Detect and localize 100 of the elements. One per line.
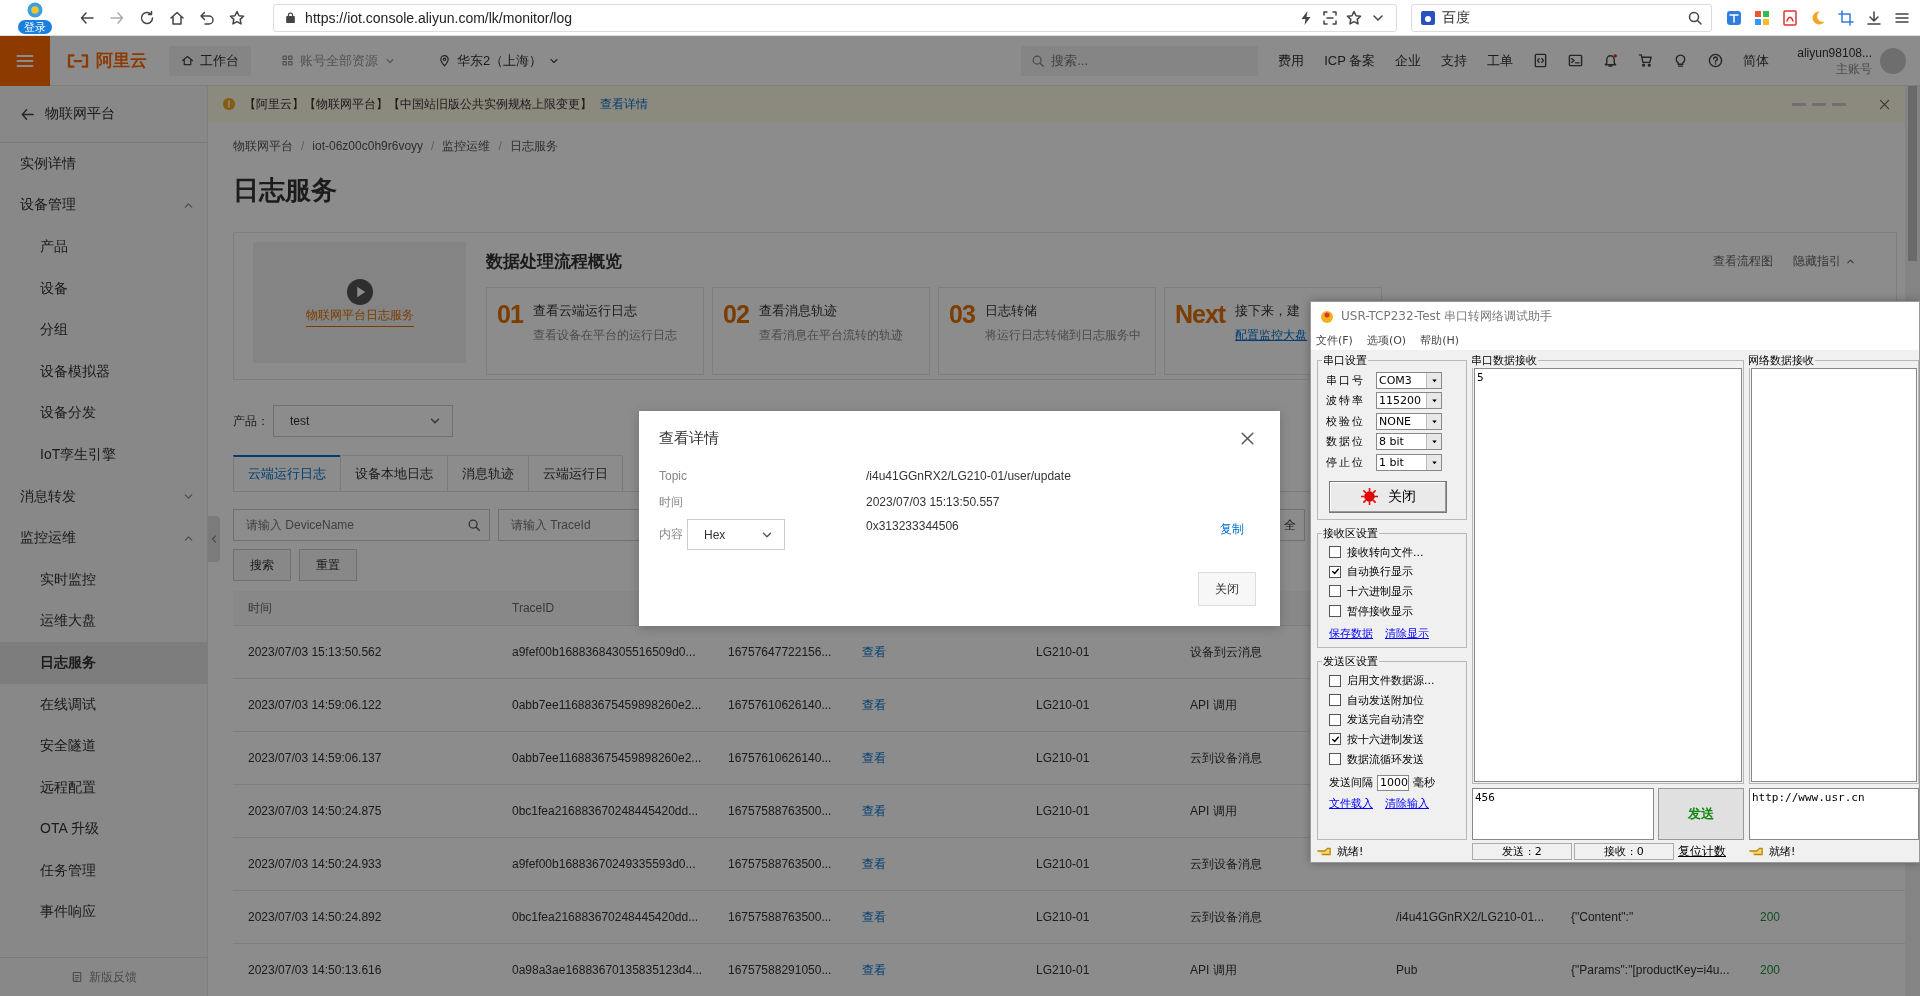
send-text-area[interactable]: 456: [1472, 788, 1654, 840]
checkbox[interactable]: [1329, 713, 1341, 726]
login-badge[interactable]: 登录: [17, 20, 52, 34]
close-icon[interactable]: [1878, 97, 1891, 111]
region-dropdown[interactable]: 华东2（上海）: [426, 45, 573, 76]
code-icon[interactable]: [1533, 53, 1549, 68]
device-name-field[interactable]: 请输入 DeviceName: [233, 509, 490, 541]
close-button[interactable]: 关闭: [1198, 572, 1256, 606]
breadcrumb-item[interactable]: iot-06z00c0h9r6voyy: [312, 138, 424, 154]
hide-guide-link[interactable]: 隐藏指引: [1793, 252, 1856, 270]
translate-icon[interactable]: [1726, 9, 1742, 26]
close-icon[interactable]: [1239, 429, 1256, 447]
view-link[interactable]: 查看: [862, 802, 886, 820]
nav-link[interactable]: 支持: [1441, 51, 1468, 70]
crop-icon[interactable]: [1838, 9, 1854, 26]
checkbox[interactable]: [1329, 674, 1341, 687]
search-icon[interactable]: [1687, 9, 1703, 26]
breadcrumb-item[interactable]: 物联网平台: [233, 138, 293, 154]
reload-icon[interactable]: [139, 9, 156, 26]
notice-link[interactable]: 查看详情: [600, 95, 648, 113]
undo-icon[interactable]: [199, 9, 216, 26]
back-icon[interactable]: [79, 9, 96, 26]
sidebar-item[interactable]: 日志服务: [0, 642, 207, 684]
sidebar-item[interactable]: 设备分发: [0, 392, 207, 435]
close-port-button[interactable]: 关闭: [1329, 480, 1447, 513]
send-button[interactable]: 发送: [1658, 788, 1744, 840]
nav-link[interactable]: ICP 备案: [1324, 51, 1376, 70]
checkbox[interactable]: [1329, 694, 1341, 707]
profile-icon[interactable]: [25, 1, 44, 19]
link[interactable]: 清除显示: [1385, 625, 1429, 641]
link[interactable]: 保存数据: [1329, 625, 1373, 641]
menu-item[interactable]: 帮助(H): [1420, 332, 1460, 348]
checkbox[interactable]: [1329, 546, 1341, 559]
tab[interactable]: 云端运行日: [528, 455, 623, 491]
menu-item[interactable]: 选项(O): [1366, 332, 1407, 348]
combo-box[interactable]: 8 bit: [1376, 433, 1442, 451]
menu-item[interactable]: 文件(F): [1316, 332, 1353, 348]
view-link[interactable]: 查看: [862, 908, 886, 926]
breadcrumb-item[interactable]: 监控运维: [442, 138, 491, 154]
checkbox[interactable]: [1329, 733, 1341, 746]
checkbox[interactable]: [1329, 565, 1341, 578]
account-name[interactable]: aliyun98108...: [1797, 44, 1872, 61]
star-icon[interactable]: [229, 9, 246, 26]
play-icon[interactable]: [346, 278, 373, 305]
view-link[interactable]: 查看: [862, 643, 886, 661]
help-icon[interactable]: [1708, 53, 1724, 68]
sidebar-item[interactable]: 事件响应: [0, 891, 207, 934]
combo-box[interactable]: NONE: [1376, 412, 1442, 430]
format-select[interactable]: Hex: [687, 519, 785, 550]
sidebar-item[interactable]: 安全隧道: [0, 725, 207, 767]
view-link[interactable]: 查看: [862, 696, 886, 714]
bell-icon[interactable]: [1603, 53, 1619, 68]
step-link[interactable]: 配置监控大盘: [1235, 327, 1308, 344]
view-link[interactable]: 查看: [862, 749, 886, 767]
link[interactable]: 文件载入: [1329, 795, 1373, 811]
product-select[interactable]: test: [273, 405, 453, 437]
view-link[interactable]: 查看: [862, 961, 886, 979]
sidebar-group[interactable]: 设备管理: [0, 184, 207, 227]
back-link[interactable]: 物联网平台: [0, 86, 207, 143]
sidebar-group[interactable]: 监控运维: [0, 517, 207, 559]
language-link[interactable]: 简体: [1743, 51, 1770, 70]
collapse-handle[interactable]: [208, 516, 220, 562]
sidebar-item[interactable]: 产品: [0, 226, 207, 268]
reset-button[interactable]: 重置: [299, 549, 357, 581]
flow-chart-link[interactable]: 查看流程图: [1713, 252, 1773, 270]
combo-box[interactable]: 1 bit: [1376, 453, 1442, 471]
home-icon[interactable]: [169, 9, 186, 26]
checkbox[interactable]: [1329, 605, 1341, 618]
checkbox[interactable]: [1329, 585, 1341, 598]
view-link[interactable]: 查看: [862, 855, 886, 873]
search-field[interactable]: 搜索...: [1021, 45, 1259, 76]
receive-text-area[interactable]: 5: [1474, 368, 1742, 782]
search-engine-box[interactable]: 百度: [1411, 3, 1712, 32]
scrollbar-thumb[interactable]: [1908, 86, 1917, 261]
combo-box[interactable]: 115200: [1376, 392, 1442, 410]
checkbox[interactable]: [1329, 753, 1341, 766]
workbench-button[interactable]: 工作台: [169, 45, 251, 76]
sidebar-item[interactable]: OTA 升级: [0, 808, 207, 851]
sidebar-item[interactable]: 设备模拟器: [0, 350, 207, 393]
feedback-link[interactable]: 新版反馈: [0, 957, 207, 996]
sidebar-item[interactable]: 设备: [0, 267, 207, 310]
address-bar[interactable]: https://iot.console.aliyun.com/lk/monitor/log: [273, 3, 1398, 32]
sidebar-item[interactable]: IoT孪生引擎: [0, 434, 207, 476]
sidebar-item[interactable]: 任务管理: [0, 850, 207, 892]
tab[interactable]: 云端运行日志: [233, 455, 341, 491]
terminal-icon[interactable]: [1568, 53, 1584, 68]
download-icon[interactable]: [1866, 9, 1882, 26]
search-button[interactable]: 搜索: [233, 549, 291, 581]
apps-icon[interactable]: [1754, 9, 1770, 26]
scan-icon[interactable]: [1322, 9, 1339, 26]
link[interactable]: 清除输入: [1385, 795, 1429, 811]
sidebar-group[interactable]: 消息转发: [0, 475, 207, 518]
nav-link[interactable]: 费用: [1278, 51, 1305, 70]
nav-link[interactable]: 工单: [1487, 51, 1514, 70]
star-icon[interactable]: [1346, 9, 1363, 26]
cart-icon[interactable]: [1638, 53, 1654, 68]
network-send-area[interactable]: http://www.usr.cn: [1749, 788, 1919, 840]
search-icon[interactable]: [467, 518, 481, 532]
sidebar-item[interactable]: 实时监控: [0, 558, 207, 601]
copy-link[interactable]: 复制: [1220, 521, 1256, 538]
